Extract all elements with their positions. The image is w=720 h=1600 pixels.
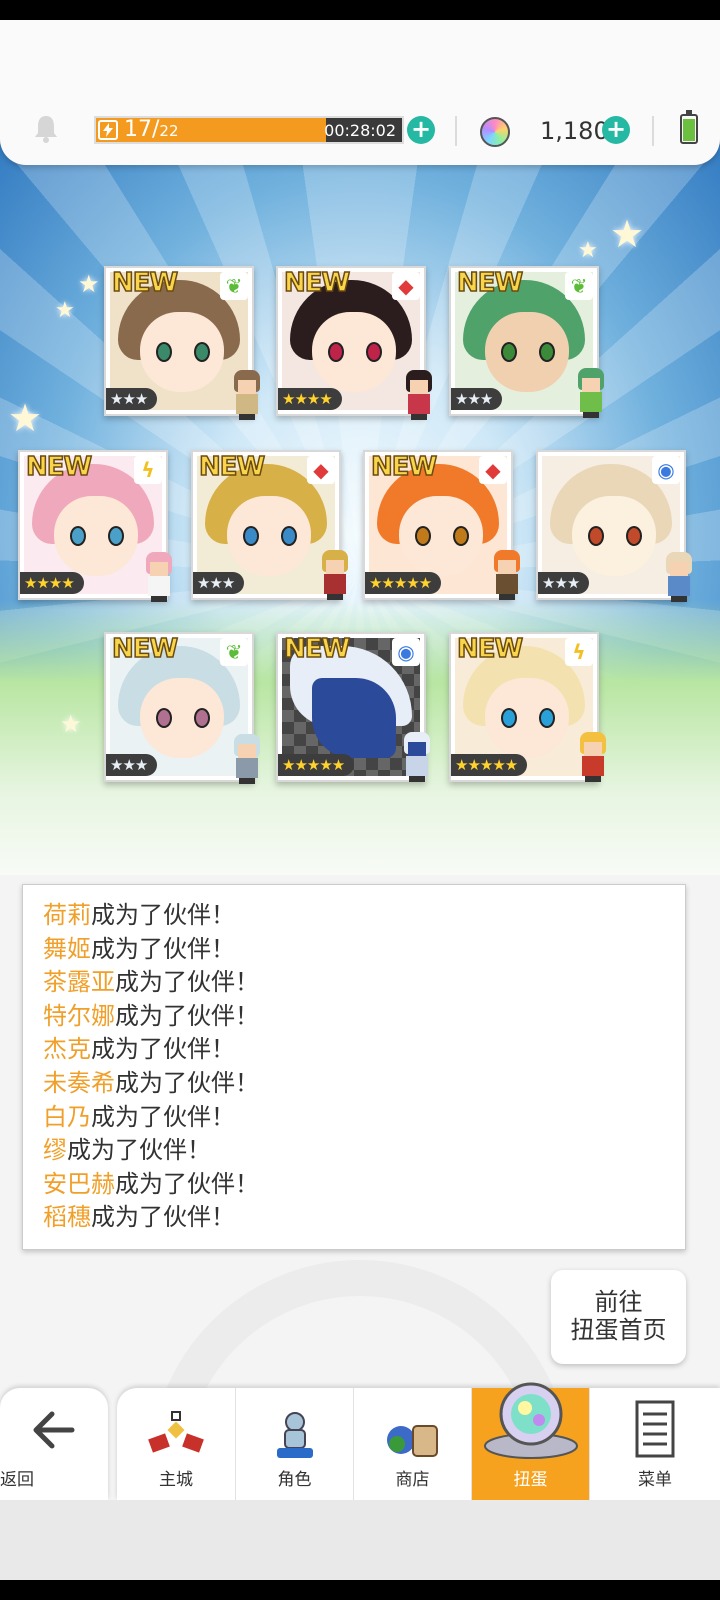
water-element-icon: ◉ <box>392 638 420 666</box>
nav-item-characters[interactable]: 角色 <box>235 1388 353 1500</box>
menu-list-icon <box>635 1400 675 1458</box>
rainbow-gem-icon <box>480 117 510 147</box>
add-stamina-button[interactable]: + <box>407 116 435 144</box>
gacha-crystal-icon <box>483 1382 578 1459</box>
gem-count: 1,180 <box>540 117 609 145</box>
button-label: 前往 <box>594 1288 643 1316</box>
fire-element-icon: ◆ <box>307 456 335 484</box>
nav-label: 商店 <box>395 1470 430 1490</box>
character-sprite <box>316 550 354 600</box>
log-line: 稻穗成为了伙伴！ <box>43 1203 235 1232</box>
nav-item-shop[interactable]: 商店 <box>353 1388 471 1500</box>
sparkle-icon: ★ <box>78 270 100 298</box>
stamina-text: 17/22 <box>124 117 179 142</box>
nav-item-gacha[interactable]: 扭蛋 <box>471 1382 589 1500</box>
button-label: 扭蛋首页 <box>570 1316 667 1344</box>
fire-element-icon: ◆ <box>392 272 420 300</box>
new-badge: NEW <box>111 633 179 665</box>
log-line: 白乃成为了伙伴！ <box>43 1102 235 1131</box>
sparkle-icon: ★ <box>610 212 645 256</box>
character-statue-icon <box>276 1412 313 1458</box>
new-badge: NEW <box>283 267 351 299</box>
resource-bar: 17/22 00:28:02 + 1,180 + <box>0 20 720 165</box>
recruit-log-panel[interactable]: 荷莉成为了伙伴！ 舞姬成为了伙伴！ 茶露亚成为了伙伴！ 特尔娜成为了伙伴！ 杰克… <box>22 884 686 1250</box>
wind-element-icon: ❦ <box>220 272 248 300</box>
character-sprite <box>398 732 436 782</box>
rarity-stars: ★★★ <box>106 388 158 410</box>
log-line: 特尔娜成为了伙伴！ <box>43 1001 259 1030</box>
rarity-stars: ★★★★ <box>20 572 84 594</box>
sparkle-icon: ★ <box>60 710 82 738</box>
add-gem-button[interactable]: + <box>602 116 630 144</box>
new-badge: NEW <box>283 633 351 665</box>
sparkle-icon: ★ <box>578 238 598 263</box>
sparkle-icon: ★ <box>55 298 75 323</box>
character-sprite <box>228 370 266 420</box>
character-sprite <box>574 732 612 782</box>
nav-label: 角色 <box>277 1470 312 1490</box>
character-sprite <box>140 552 178 602</box>
back-button[interactable]: 返回 <box>0 1388 108 1500</box>
gacha-result-stage: ★ ★ ★ ★ ★ ★ NEW ❦ ★★★ NEW ◆ ★★★★ NEW ❦ ★… <box>0 120 720 875</box>
system-status-bar <box>0 0 720 20</box>
new-badge: NEW <box>25 451 93 483</box>
nav-item-menu[interactable]: 菜单 <box>589 1388 720 1500</box>
divider <box>455 116 457 146</box>
divider <box>652 116 654 146</box>
log-line: 安巴赫成为了伙伴！ <box>43 1169 259 1198</box>
character-sprite <box>400 370 438 420</box>
log-line: 杰克成为了伙伴！ <box>43 1035 235 1064</box>
nav-label: 返回 <box>0 1470 34 1490</box>
new-badge: NEW <box>370 451 438 483</box>
thunder-element-icon: ϟ <box>134 456 162 484</box>
water-element-icon: ◉ <box>652 456 680 484</box>
thunder-element-icon: ϟ <box>565 638 593 666</box>
rarity-stars: ★★★ <box>451 388 503 410</box>
rarity-stars: ★★★★★ <box>451 754 528 776</box>
rarity-stars: ★★★★★ <box>278 754 355 776</box>
goto-gacha-home-button[interactable]: 前往 扭蛋首页 <box>551 1270 686 1364</box>
nav-label: 扭蛋 <box>513 1470 548 1490</box>
character-sprite <box>660 552 698 602</box>
system-navigation-bar <box>0 1580 720 1600</box>
new-badge: NEW <box>456 267 524 299</box>
wind-element-icon: ❦ <box>220 638 248 666</box>
new-badge: NEW <box>456 633 524 665</box>
fire-element-icon: ◆ <box>479 456 507 484</box>
rarity-stars: ★★★ <box>193 572 245 594</box>
stamina-timer: 00:28:02 <box>324 121 396 140</box>
castle-icon <box>148 1411 204 1453</box>
character-sprite <box>488 550 526 600</box>
log-line: 茶露亚成为了伙伴！ <box>43 968 259 997</box>
rarity-stars: ★★★★ <box>278 388 342 410</box>
log-line: 舞姬成为了伙伴！ <box>43 934 235 963</box>
nav-label: 菜单 <box>638 1470 672 1490</box>
nav-item-town[interactable]: 主城 <box>117 1388 235 1500</box>
new-badge: NEW <box>198 451 266 483</box>
wind-element-icon: ❦ <box>565 272 593 300</box>
battery-icon <box>680 110 698 144</box>
character-sprite <box>572 368 610 418</box>
bolt-icon <box>98 120 118 140</box>
bottom-spacer <box>0 1500 720 1580</box>
bell-icon[interactable] <box>30 113 62 145</box>
bottom-navigation: 返回 主城 角色 商店 扭蛋 菜单 <box>0 1382 720 1500</box>
stamina-bar: 17/22 00:28:02 <box>94 116 404 144</box>
back-arrow-icon <box>33 1411 75 1449</box>
rarity-stars: ★★★ <box>538 572 590 594</box>
nav-tabs: 主城 角色 商店 扭蛋 菜单 <box>117 1382 720 1500</box>
log-line: 缪成为了伙伴！ <box>43 1136 211 1165</box>
sparkle-icon: ★ <box>8 396 43 440</box>
rarity-stars: ★★★ <box>106 754 158 776</box>
log-line: 未奏希成为了伙伴！ <box>43 1068 259 1097</box>
shop-bag-icon <box>386 1425 438 1457</box>
character-sprite <box>228 734 266 784</box>
log-line: 荷莉成为了伙伴！ <box>43 901 235 929</box>
new-badge: NEW <box>111 267 179 299</box>
nav-label: 主城 <box>159 1470 193 1490</box>
rarity-stars: ★★★★★ <box>365 572 442 594</box>
